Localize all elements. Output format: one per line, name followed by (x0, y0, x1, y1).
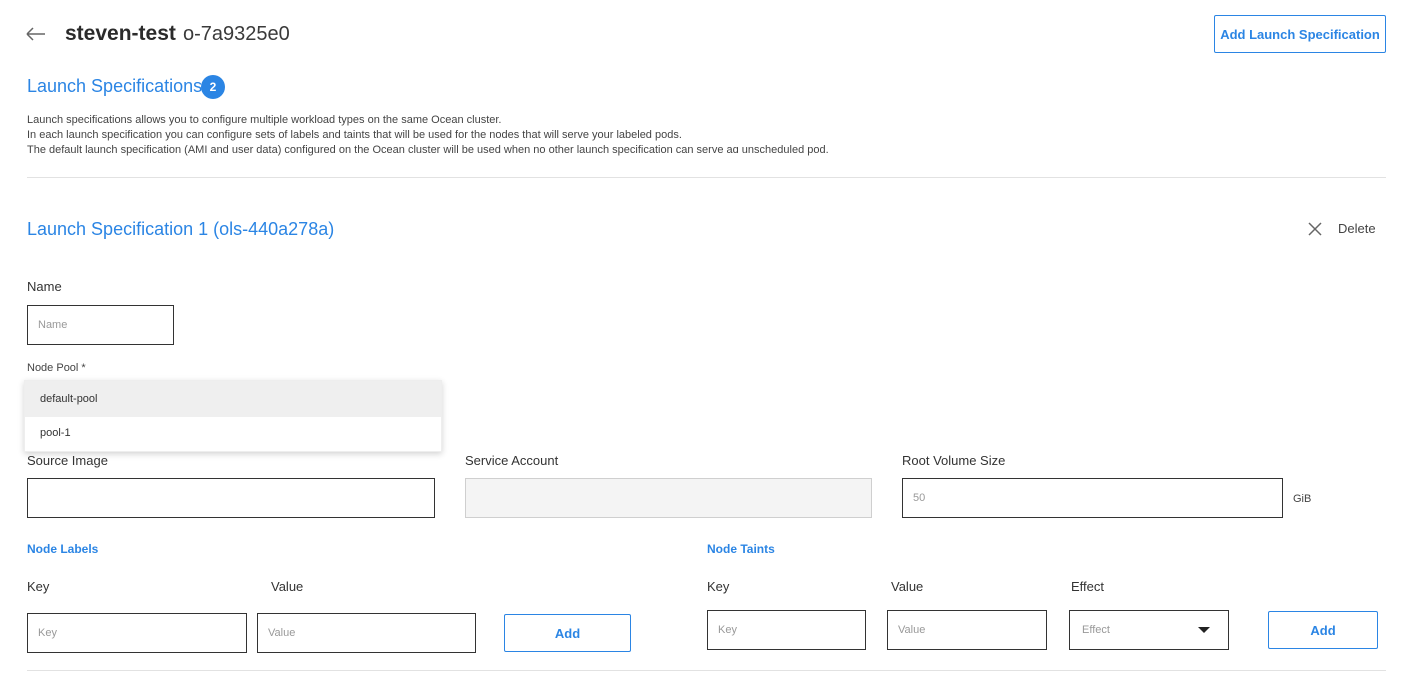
service-account-input (465, 478, 872, 518)
launch-spec-title: Launch Specification 1 (ols-440a278a) (27, 219, 335, 239)
node-pool-option[interactable]: default-pool (25, 381, 441, 417)
node-pool-dropdown[interactable]: default-pool pool-1 (24, 380, 442, 452)
description-line-3: The default launch specification (AMI an… (27, 144, 829, 156)
root-volume-label: Root Volume Size (902, 453, 1006, 468)
node-taints-title: Node Taints (707, 542, 775, 556)
back-arrow-icon[interactable] (24, 22, 48, 46)
node-labels-value-input[interactable]: Value (257, 613, 476, 653)
root-volume-unit: GiB (1293, 493, 1312, 505)
count-badge: 2 (201, 75, 225, 99)
divider (27, 670, 1386, 671)
source-image-label: Source Image (27, 453, 108, 468)
delete-button[interactable]: Delete (1338, 221, 1376, 236)
caret-down-icon (1198, 627, 1210, 633)
root-volume-input[interactable]: 50 (902, 478, 1283, 518)
node-taints-add-button[interactable]: Add (1268, 611, 1378, 649)
node-taints-key-label: Key (707, 579, 730, 594)
node-labels-key-input[interactable]: Key (27, 613, 247, 653)
service-account-label: Service Account (465, 453, 559, 468)
cluster-name: steven-test (65, 22, 176, 45)
effect-select-value: Effect (1082, 624, 1110, 636)
node-labels-add-button[interactable]: Add (504, 614, 631, 652)
node-taints-value-label: Value (891, 579, 924, 594)
node-labels-key-label: Key (27, 579, 50, 594)
node-labels-value-label: Value (271, 579, 304, 594)
close-icon[interactable] (1307, 221, 1323, 237)
name-label: Name (27, 279, 62, 294)
source-image-input[interactable] (27, 478, 435, 518)
node-labels-title: Node Labels (27, 542, 99, 556)
node-pool-option[interactable]: pool-1 (25, 417, 441, 449)
cluster-id: o-7a9325e0 (183, 23, 290, 45)
node-taints-key-input[interactable]: Key (707, 610, 866, 650)
add-launch-specification-button[interactable]: Add Launch Specification (1214, 15, 1386, 53)
node-taints-effect-label: Effect (1071, 579, 1105, 594)
description-line-1: Launch specifications allows you to conf… (27, 114, 502, 126)
divider (27, 177, 1386, 178)
description-line-2: In each launch specification you can con… (27, 129, 682, 141)
name-input[interactable]: Name (27, 305, 174, 345)
section-title: Launch Specifications (27, 76, 203, 96)
node-pool-label: Node Pool * (27, 362, 86, 374)
node-taints-value-input[interactable]: Value (887, 610, 1047, 650)
node-taints-effect-select[interactable]: Effect (1069, 610, 1229, 650)
